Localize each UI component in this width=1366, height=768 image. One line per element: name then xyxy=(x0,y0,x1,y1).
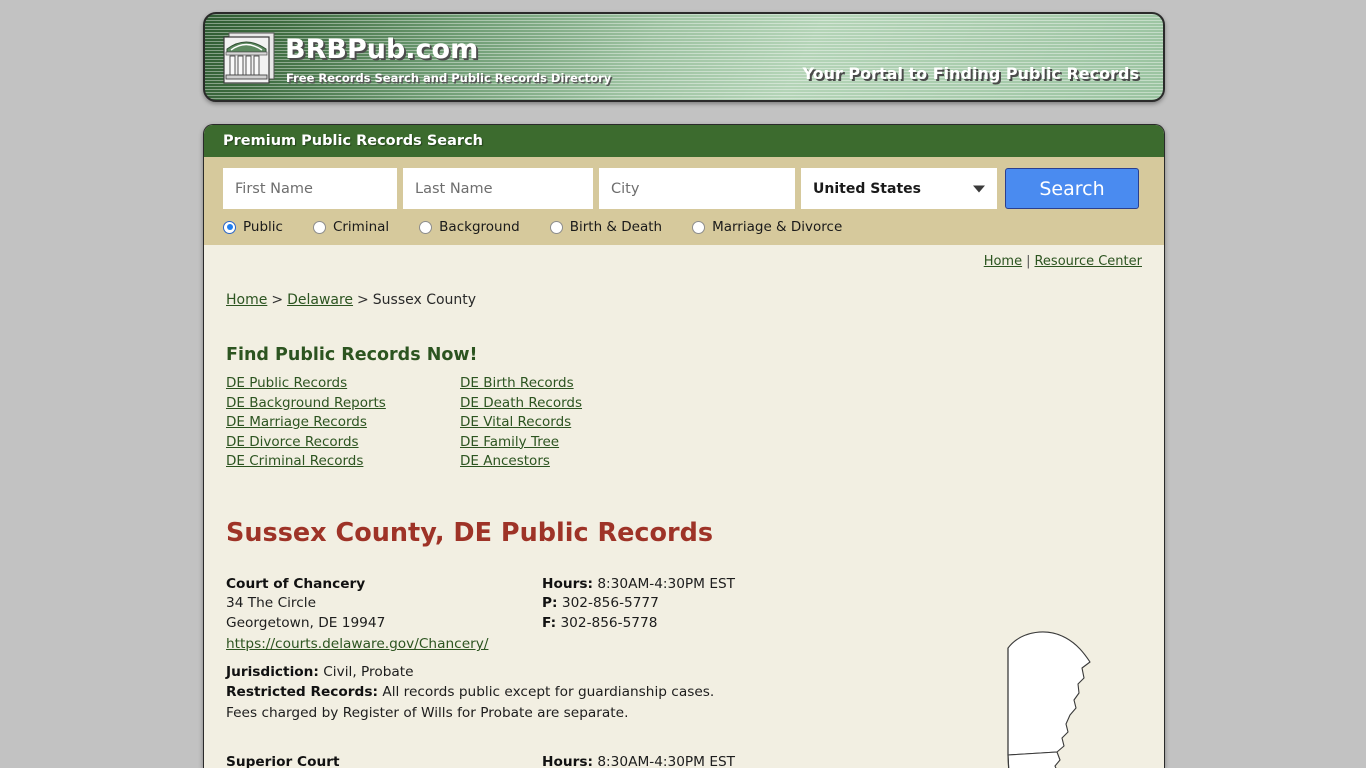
search-button[interactable]: Search xyxy=(1005,168,1139,209)
premium-search-form: United States Search Public Criminal Bac… xyxy=(204,157,1164,245)
page-title: Sussex County, DE Public Records xyxy=(226,517,714,548)
nav-link-resource-center[interactable]: Resource Center xyxy=(1034,254,1142,269)
court-jurisdiction-value: Civil, Probate xyxy=(323,663,414,680)
radio-label: Birth & Death xyxy=(569,219,663,235)
court-columns: Superior Court Hours: 8:30AM-4:30PM EST xyxy=(226,753,1142,768)
breadcrumb: Home > Delaware > Sussex County xyxy=(226,292,1142,308)
radio-option-marriage-divorce[interactable]: Marriage & Divorce xyxy=(692,219,842,235)
page-content: Home | Resource Center Home > Delaware > Susse… xyxy=(204,245,1164,768)
first-name-input[interactable] xyxy=(223,168,397,209)
court-phone: P: 302-856-5777 xyxy=(542,594,902,614)
radio-label: Public xyxy=(243,219,283,235)
find-records-column-right: DE Birth Records DE Death Records DE Vit… xyxy=(460,374,694,472)
link-de-criminal-records[interactable]: DE Criminal Records xyxy=(226,452,460,472)
radio-option-public[interactable]: Public xyxy=(223,219,283,235)
court-address-column: Court of Chancery 34 The Circle Georgeto… xyxy=(226,575,542,655)
breadcrumb-current: Sussex County xyxy=(372,292,477,308)
court-notes: Jurisdiction: Civil, Probate Restricted … xyxy=(226,662,1142,724)
link-de-marriage-records[interactable]: DE Marriage Records xyxy=(226,413,460,433)
court-hours-value: 8:30AM-4:30PM EST xyxy=(597,754,736,768)
breadcrumb-link-home[interactable]: Home xyxy=(226,292,267,308)
city-input[interactable] xyxy=(599,168,795,209)
radio-icon xyxy=(549,220,563,234)
find-records-column-left: DE Public Records DE Background Reports … xyxy=(226,374,460,472)
court-columns: Court of Chancery 34 The Circle Georgeto… xyxy=(226,575,1142,655)
court-hours-label: Hours: xyxy=(542,754,593,768)
court-contact-column: Hours: 8:30AM-4:30PM EST P: 302-856-5777… xyxy=(542,575,902,655)
court-restricted-records: Restricted Records: All records public e… xyxy=(226,682,1142,703)
link-de-background-reports[interactable]: DE Background Reports xyxy=(226,394,460,414)
court-address-column: Superior Court xyxy=(226,753,542,768)
radio-label: Criminal xyxy=(332,219,390,235)
nav-separator: | xyxy=(1026,254,1031,269)
link-de-public-records[interactable]: DE Public Records xyxy=(226,374,460,394)
court-address-line2: Georgetown, DE 19947 xyxy=(226,614,386,631)
radio-label: Background xyxy=(439,219,520,235)
brand-subtitle: Free Records Search and Public Records D… xyxy=(286,71,612,85)
court-jurisdiction-label: Jurisdiction: xyxy=(226,663,319,680)
nav-link-home[interactable]: Home xyxy=(984,254,1022,269)
court-fax-value: 302-856-5778 xyxy=(560,614,658,631)
courthouse-building-icon xyxy=(223,32,275,84)
premium-search-titlebar: Premium Public Records Search xyxy=(204,125,1164,157)
radio-icon xyxy=(692,220,706,234)
court-name: Superior Court xyxy=(226,754,340,768)
court-address-line1: 34 The Circle xyxy=(226,595,317,612)
brand-tagline: Your Portal to Finding Public Records xyxy=(802,64,1139,83)
court-fax: F: 302-856-5778 xyxy=(542,614,902,634)
chevron-down-icon xyxy=(973,185,985,192)
radio-icon xyxy=(223,220,236,234)
court-jurisdiction: Jurisdiction: Civil, Probate xyxy=(226,662,1142,683)
court-hours: Hours: 8:30AM-4:30PM EST xyxy=(542,575,902,595)
court-phone-value: 302-856-5777 xyxy=(561,595,659,612)
court-phone-label: P: xyxy=(542,595,558,612)
last-name-input[interactable] xyxy=(403,168,593,209)
radio-option-birth-death[interactable]: Birth & Death xyxy=(549,219,663,235)
court-entry-superior: Superior Court Hours: 8:30AM-4:30PM EST xyxy=(226,753,1142,768)
court-fax-label: F: xyxy=(542,614,557,631)
record-type-radio-group: Public Criminal Background Birth & Death… xyxy=(223,219,1149,235)
link-de-ancestors[interactable]: DE Ancestors xyxy=(460,452,694,472)
court-hours-value: 8:30AM-4:30PM EST xyxy=(597,575,736,592)
link-de-divorce-records[interactable]: DE Divorce Records xyxy=(226,433,460,453)
main-content-panel: Premium Public Records Search United Sta… xyxy=(203,124,1165,768)
court-hours: Hours: 8:30AM-4:30PM EST xyxy=(542,753,902,768)
link-de-death-records[interactable]: DE Death Records xyxy=(460,394,694,414)
brand-title: BRBPub.com xyxy=(285,34,479,65)
breadcrumb-separator: > xyxy=(357,292,369,308)
radio-option-background[interactable]: Background xyxy=(419,219,520,235)
country-select-value: United States xyxy=(813,180,921,197)
court-restricted-label: Restricted Records: xyxy=(226,684,378,701)
find-records-link-columns: DE Public Records DE Background Reports … xyxy=(226,374,1142,472)
link-de-family-tree[interactable]: DE Family Tree xyxy=(460,433,694,453)
breadcrumb-separator: > xyxy=(271,292,284,308)
radio-option-criminal[interactable]: Criminal xyxy=(312,219,390,235)
radio-icon xyxy=(312,220,326,234)
court-hours-label: Hours: xyxy=(542,575,593,592)
court-restricted-value: All records public except for guardiansh… xyxy=(382,684,715,701)
court-contact-column: Hours: 8:30AM-4:30PM EST xyxy=(542,753,902,768)
find-records-heading: Find Public Records Now! xyxy=(226,345,478,365)
page-root: BRBPub.com Free Records Search and Publi… xyxy=(0,0,1366,768)
link-de-birth-records[interactable]: DE Birth Records xyxy=(460,374,694,394)
country-select[interactable]: United States xyxy=(801,168,997,209)
court-fee-note: Fees charged by Register of Wills for Pr… xyxy=(226,704,629,721)
radio-label: Marriage & Divorce xyxy=(712,219,843,235)
site-header-banner: BRBPub.com Free Records Search and Publi… xyxy=(203,12,1165,102)
breadcrumb-link-delaware[interactable]: Delaware xyxy=(287,292,353,308)
court-name: Court of Chancery xyxy=(226,575,366,592)
premium-search-title: Premium Public Records Search xyxy=(223,133,483,149)
radio-icon xyxy=(419,220,433,234)
utility-nav: Home | Resource Center xyxy=(226,245,1142,269)
court-entry-chancery: Court of Chancery 34 The Circle Georgeto… xyxy=(226,575,1142,724)
link-de-vital-records[interactable]: DE Vital Records xyxy=(460,413,694,433)
court-website-link[interactable]: https://courts.delaware.gov/Chancery/ xyxy=(226,635,488,655)
search-fields-row: United States Search xyxy=(223,168,1149,209)
